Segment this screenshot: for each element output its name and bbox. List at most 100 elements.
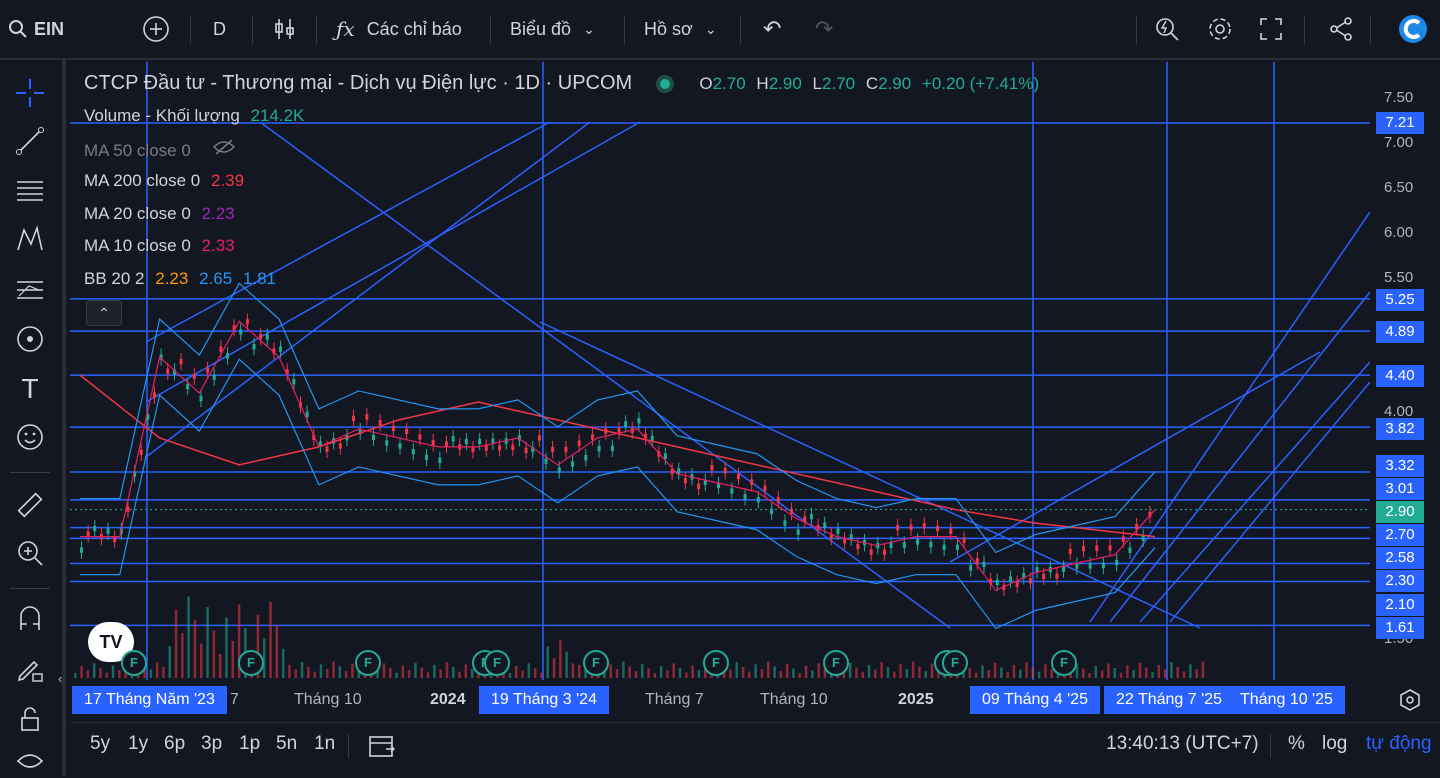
- range-3m[interactable]: 3p: [201, 733, 222, 755]
- ma10-legend[interactable]: MA 10 close 0 2.33: [84, 236, 235, 256]
- volume-bar: [546, 646, 549, 678]
- pattern-tool[interactable]: [13, 222, 47, 256]
- auto-scale-toggle[interactable]: tự động: [1366, 733, 1432, 755]
- profile-dropdown[interactable]: Hồ sơ ⌄: [644, 14, 717, 44]
- zoom-tool[interactable]: [13, 536, 47, 570]
- earnings-flag[interactable]: F: [942, 650, 968, 676]
- price-level-label[interactable]: 3.32: [1376, 455, 1424, 477]
- earnings-flag[interactable]: F: [121, 650, 147, 676]
- range-1y[interactable]: 1y: [128, 733, 148, 755]
- volume-bar: [893, 671, 896, 678]
- ma200-line: [79, 374, 1156, 538]
- price-level-label[interactable]: 7.21: [1376, 112, 1424, 134]
- indicators-button[interactable]: ƒx Các chỉ báo: [336, 14, 462, 44]
- fib-tool[interactable]: [13, 174, 47, 208]
- settings-button[interactable]: [1206, 14, 1234, 44]
- candle-body: [544, 458, 548, 464]
- text-tool[interactable]: T: [13, 372, 47, 406]
- channel-line: [1089, 211, 1370, 623]
- time-marker-label[interactable]: 17 Tháng Năm '23: [72, 686, 227, 714]
- hide-tool[interactable]: [13, 744, 47, 778]
- lock-drawing-tool[interactable]: [13, 652, 47, 686]
- magnet-tool[interactable]: [13, 602, 47, 636]
- ma50-legend[interactable]: MA 50 close 0: [84, 138, 236, 161]
- compare-button[interactable]: [142, 14, 170, 44]
- collapse-legend-button[interactable]: ⌃: [86, 300, 122, 326]
- date-range-button[interactable]: [368, 733, 396, 765]
- percent-toggle[interactable]: %: [1288, 733, 1305, 755]
- price-level-label[interactable]: 1.61: [1376, 617, 1424, 639]
- share-button[interactable]: [1328, 14, 1354, 44]
- price-level-label[interactable]: 2.30: [1376, 570, 1424, 592]
- price-level-label[interactable]: 3.82: [1376, 418, 1424, 440]
- emoji-tool[interactable]: [13, 420, 47, 454]
- volume-bar: [269, 601, 272, 678]
- candle-body: [856, 543, 860, 550]
- last-price-label[interactable]: 2.90: [1376, 501, 1424, 523]
- time-marker-label[interactable]: 22 Tháng 7 '25: [1104, 686, 1234, 714]
- ma20-legend[interactable]: MA 20 close 0 2.23: [84, 204, 235, 224]
- price-level-label[interactable]: 4.89: [1376, 321, 1424, 343]
- trendline-tool[interactable]: [13, 124, 47, 158]
- range-6m[interactable]: 6p: [164, 733, 185, 755]
- volume-bar: [452, 666, 455, 678]
- price-level-label[interactable]: 5.25: [1376, 289, 1424, 311]
- volume-bar: [105, 672, 108, 678]
- bb-legend[interactable]: BB 20 2 2.23 2.65 1.81: [84, 269, 276, 289]
- quick-search-button[interactable]: [1154, 14, 1180, 44]
- chart-settings-button[interactable]: [1398, 688, 1422, 717]
- calendar-icon: [369, 736, 395, 757]
- earnings-flag[interactable]: F: [583, 650, 609, 676]
- price-level-label[interactable]: 2.10: [1376, 594, 1424, 616]
- prediction-tool[interactable]: [13, 272, 47, 306]
- price-level-label[interactable]: 4.40: [1376, 365, 1424, 387]
- candle-body: [93, 525, 97, 532]
- candle-body: [969, 565, 973, 571]
- lock-tool[interactable]: [13, 702, 47, 736]
- brush-tool[interactable]: [13, 322, 47, 356]
- bb-label: BB 20 2: [84, 269, 145, 288]
- volume-legend[interactable]: Volume - Khối lượng 214.2K: [84, 106, 304, 126]
- collapse-toolbar-button[interactable]: ‹: [58, 668, 70, 690]
- eye-off-icon[interactable]: [212, 139, 236, 160]
- range-5d[interactable]: 5n: [276, 733, 297, 755]
- redo-button[interactable]: ↷: [815, 14, 833, 44]
- time-marker-label[interactable]: 19 Tháng 3 '24: [479, 686, 609, 714]
- symbol-search[interactable]: EIN: [8, 14, 64, 44]
- price-level-label[interactable]: 2.70: [1376, 524, 1424, 546]
- time-marker-label[interactable]: 09 Tháng 4 '25: [970, 686, 1100, 714]
- price-level-label[interactable]: 3.01: [1376, 478, 1424, 500]
- earnings-flag[interactable]: F: [238, 650, 264, 676]
- candle-body: [1128, 547, 1132, 554]
- candle-body: [882, 549, 886, 555]
- chart-type-dropdown[interactable]: Biểu đồ ⌄: [510, 14, 595, 44]
- earnings-flag[interactable]: F: [703, 650, 729, 676]
- candle-body: [405, 428, 409, 435]
- measure-tool[interactable]: [13, 488, 47, 522]
- price-level-label[interactable]: 2.58: [1376, 547, 1424, 569]
- undo-button[interactable]: ↶: [763, 14, 781, 44]
- ma200-legend[interactable]: MA 200 close 0 2.39: [84, 171, 244, 191]
- bar-style-button[interactable]: [272, 14, 298, 44]
- log-toggle[interactable]: log: [1322, 733, 1347, 755]
- channel-line: [1109, 291, 1370, 623]
- volume-bar: [470, 669, 474, 678]
- volume-bar: [899, 664, 902, 678]
- earnings-flag[interactable]: F: [823, 650, 849, 676]
- fullscreen-button[interactable]: [1258, 14, 1284, 44]
- time-marker-label[interactable]: Tháng 10 '25: [1228, 686, 1345, 714]
- earnings-flag[interactable]: F: [1051, 650, 1077, 676]
- range-1d[interactable]: 1n: [314, 733, 335, 755]
- earnings-flag[interactable]: F: [484, 650, 510, 676]
- crosshair-tool[interactable]: [13, 76, 47, 110]
- clock-timezone[interactable]: 13:40:13 (UTC+7): [1106, 733, 1259, 755]
- volume-bar: [225, 617, 228, 678]
- chart-pane[interactable]: [70, 62, 1370, 680]
- brand-logo[interactable]: [1398, 14, 1428, 44]
- range-5y[interactable]: 5y: [90, 733, 110, 755]
- interval-button[interactable]: D: [213, 14, 226, 44]
- earnings-flag[interactable]: F: [355, 650, 381, 676]
- candle-body: [577, 440, 581, 446]
- range-1m[interactable]: 1p: [239, 733, 260, 755]
- chart-canvas[interactable]: [70, 62, 1370, 680]
